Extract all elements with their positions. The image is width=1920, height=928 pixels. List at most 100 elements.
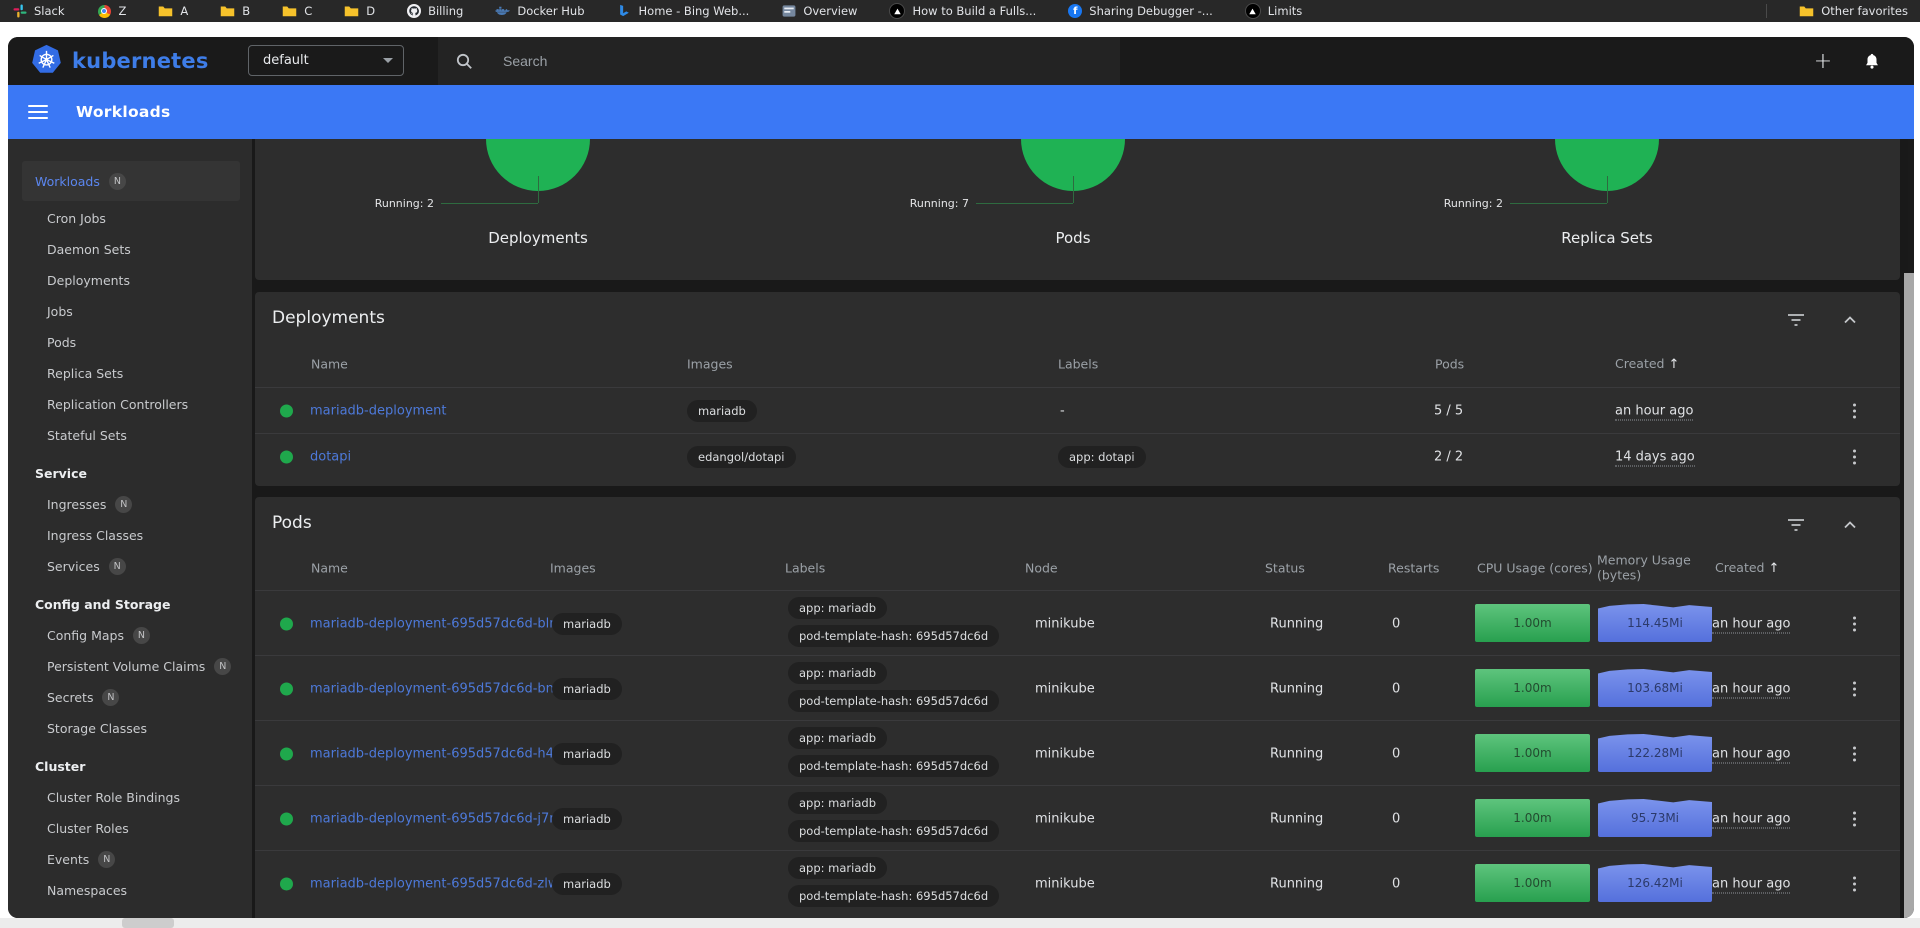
sidebar-item-cluster-roles[interactable]: Cluster Roles bbox=[8, 813, 252, 844]
column-header-restarts[interactable]: Restarts bbox=[1388, 560, 1439, 575]
sidebar-item-storage-classes[interactable]: Storage Classes bbox=[8, 713, 252, 744]
other-favorites-label: Other favorites bbox=[1821, 4, 1908, 18]
bookmark-billing[interactable]: Billing bbox=[407, 4, 463, 18]
bookmark-sharing-debugger[interactable]: f Sharing Debugger -... bbox=[1068, 4, 1213, 18]
node-cell: minikube bbox=[1035, 616, 1095, 631]
cpu-usage-bar: 1.00m bbox=[1475, 864, 1590, 902]
sidebar-item-ingresses[interactable]: Ingresses N bbox=[8, 489, 252, 520]
sidebar-item-ingress-classes[interactable]: Ingress Classes bbox=[8, 520, 252, 551]
row-menu-kebab-icon[interactable] bbox=[1849, 677, 1860, 700]
column-header-memory[interactable]: Memory Usage (bytes) bbox=[1597, 552, 1701, 583]
namespaced-badge: N bbox=[115, 496, 132, 513]
memory-usage-bar: 114.45Mi bbox=[1598, 604, 1712, 642]
sidebar-item-persistent-volume-claims[interactable]: Persistent Volume Claims N bbox=[8, 651, 252, 682]
row-menu-kebab-icon[interactable] bbox=[1849, 807, 1860, 830]
sidebar-item-workloads[interactable]: Workloads N bbox=[22, 161, 240, 201]
bookmark-folder-b[interactable]: B bbox=[220, 4, 250, 19]
memory-usage-bar: 122.28Mi bbox=[1598, 734, 1712, 772]
horizontal-scrollbar[interactable] bbox=[122, 918, 174, 928]
column-header-cpu[interactable]: CPU Usage (cores) bbox=[1477, 560, 1593, 575]
labels-cell: app: mariadb pod-template-hash: 695d57dc… bbox=[788, 857, 999, 907]
column-header-name[interactable]: Name bbox=[311, 560, 348, 575]
sidebar-item-stateful-sets[interactable]: Stateful Sets bbox=[8, 420, 252, 451]
row-menu-kebab-icon[interactable] bbox=[1849, 872, 1860, 895]
deployment-name-link[interactable]: mariadb-deployment bbox=[310, 404, 447, 419]
bookmark-folder-c[interactable]: C bbox=[282, 4, 312, 19]
pod-name-link[interactable]: mariadb-deployment-695d57dc6d-blnns bbox=[310, 616, 573, 631]
filter-icon[interactable] bbox=[1784, 513, 1808, 537]
row-menu-kebab-icon[interactable] bbox=[1849, 742, 1860, 765]
table-row: mariadb-deployment-695d57dc6d-h4t27 mari… bbox=[255, 720, 1900, 786]
vertical-scrollbar[interactable] bbox=[1904, 273, 1914, 918]
bookmark-docker-hub[interactable]: Docker Hub bbox=[495, 4, 584, 19]
search-icon[interactable] bbox=[455, 52, 473, 70]
create-resource-button[interactable]: + bbox=[1803, 37, 1843, 85]
facebook-icon: f bbox=[1068, 4, 1082, 18]
column-header-node[interactable]: Node bbox=[1025, 560, 1058, 575]
bookmark-overview[interactable]: Overview bbox=[781, 4, 857, 19]
deployments-table-header: Name Images Labels Pods Created↑ bbox=[255, 340, 1900, 388]
pod-name-link[interactable]: mariadb-deployment-695d57dc6d-zlwcz bbox=[310, 876, 572, 891]
pod-name-link[interactable]: mariadb-deployment-695d57dc6d-h4t27 bbox=[310, 746, 576, 761]
sidebar-item-pods[interactable]: Pods bbox=[8, 327, 252, 358]
sidebar-item-cron-jobs[interactable]: Cron Jobs bbox=[8, 203, 252, 234]
search-input[interactable] bbox=[501, 52, 1025, 70]
row-menu-kebab-icon[interactable] bbox=[1849, 612, 1860, 635]
kubernetes-brand[interactable]: kubernetes bbox=[30, 44, 209, 77]
bookmark-slack[interactable]: Slack bbox=[12, 4, 65, 19]
bookmark-z[interactable]: Z bbox=[97, 4, 127, 19]
label-chip: pod-template-hash: 695d57dc6d bbox=[788, 690, 999, 712]
sort-arrow-icon: ↑ bbox=[1668, 357, 1679, 372]
namespace-select[interactable]: default bbox=[248, 45, 404, 76]
bookmark-bing-home[interactable]: Home - Bing Web... bbox=[617, 4, 750, 19]
row-menu-kebab-icon[interactable] bbox=[1849, 446, 1860, 469]
pod-name-link[interactable]: mariadb-deployment-695d57dc6d-bnlfs bbox=[310, 681, 569, 696]
bookmark-folder-a[interactable]: A bbox=[158, 4, 188, 19]
bookmark-folder-d[interactable]: D bbox=[344, 4, 375, 19]
column-header-created[interactable]: Created↑ bbox=[1615, 356, 1679, 372]
deployment-name-link[interactable]: dotapi bbox=[310, 450, 351, 465]
created-cell: an hour ago bbox=[1712, 811, 1790, 826]
window-bottom-edge bbox=[0, 918, 1920, 928]
menu-hamburger-icon[interactable] bbox=[28, 105, 48, 119]
labels-cell: app: mariadb pod-template-hash: 695d57dc… bbox=[788, 727, 999, 777]
memory-usage-bar: 95.73Mi bbox=[1598, 799, 1712, 837]
sidebar-item-secrets[interactable]: Secrets N bbox=[8, 682, 252, 713]
collapse-card-icon[interactable] bbox=[1838, 308, 1862, 332]
sidebar-item-jobs[interactable]: Jobs bbox=[8, 296, 252, 327]
column-header-name[interactable]: Name bbox=[311, 356, 348, 371]
column-header-pods[interactable]: Pods bbox=[1435, 356, 1464, 371]
notifications-bell-icon[interactable] bbox=[1852, 37, 1892, 85]
sidebar-item-replication-controllers[interactable]: Replication Controllers bbox=[8, 389, 252, 420]
sidebar-item-deployments[interactable]: Deployments bbox=[8, 265, 252, 296]
collapse-card-icon[interactable] bbox=[1838, 513, 1862, 537]
status-ok-icon bbox=[280, 747, 293, 760]
column-header-labels[interactable]: Labels bbox=[1058, 356, 1098, 371]
folder-icon bbox=[282, 4, 297, 19]
docker-icon bbox=[495, 4, 510, 19]
status-ok-icon bbox=[280, 617, 293, 630]
column-header-created[interactable]: Created↑ bbox=[1715, 560, 1779, 576]
column-header-labels[interactable]: Labels bbox=[785, 560, 825, 575]
status-ok-icon bbox=[280, 682, 293, 695]
filter-icon[interactable] bbox=[1784, 308, 1808, 332]
bookmark-limits[interactable]: Limits bbox=[1245, 3, 1303, 19]
column-header-images[interactable]: Images bbox=[550, 560, 596, 575]
label-chip: pod-template-hash: 695d57dc6d bbox=[788, 820, 999, 842]
sidebar-item-daemon-sets[interactable]: Daemon Sets bbox=[8, 234, 252, 265]
sidebar-item-events[interactable]: Events N bbox=[8, 844, 252, 875]
row-menu-kebab-icon[interactable] bbox=[1849, 400, 1860, 423]
sidebar-item-config-maps[interactable]: Config Maps N bbox=[8, 620, 252, 651]
other-favorites-button[interactable]: Other favorites bbox=[1799, 4, 1908, 19]
sidebar-item-replica-sets[interactable]: Replica Sets bbox=[8, 358, 252, 389]
column-header-status[interactable]: Status bbox=[1265, 560, 1305, 575]
sidebar-item-namespaces[interactable]: Namespaces bbox=[8, 875, 252, 906]
sidebar-item-services[interactable]: Services N bbox=[8, 551, 252, 582]
sidebar-item-cluster-role-bindings[interactable]: Cluster Role Bindings bbox=[8, 782, 252, 813]
column-header-images[interactable]: Images bbox=[687, 356, 733, 371]
table-row: dotapi edangol/dotapi app: dotapi 2 / 2 … bbox=[255, 433, 1900, 480]
bookmark-how-to-build[interactable]: How to Build a Fulls... bbox=[889, 3, 1036, 19]
pod-name-link[interactable]: mariadb-deployment-695d57dc6d-j7nff bbox=[310, 811, 567, 826]
chevron-down-icon bbox=[383, 58, 393, 63]
appbar: Workloads bbox=[8, 85, 1914, 139]
